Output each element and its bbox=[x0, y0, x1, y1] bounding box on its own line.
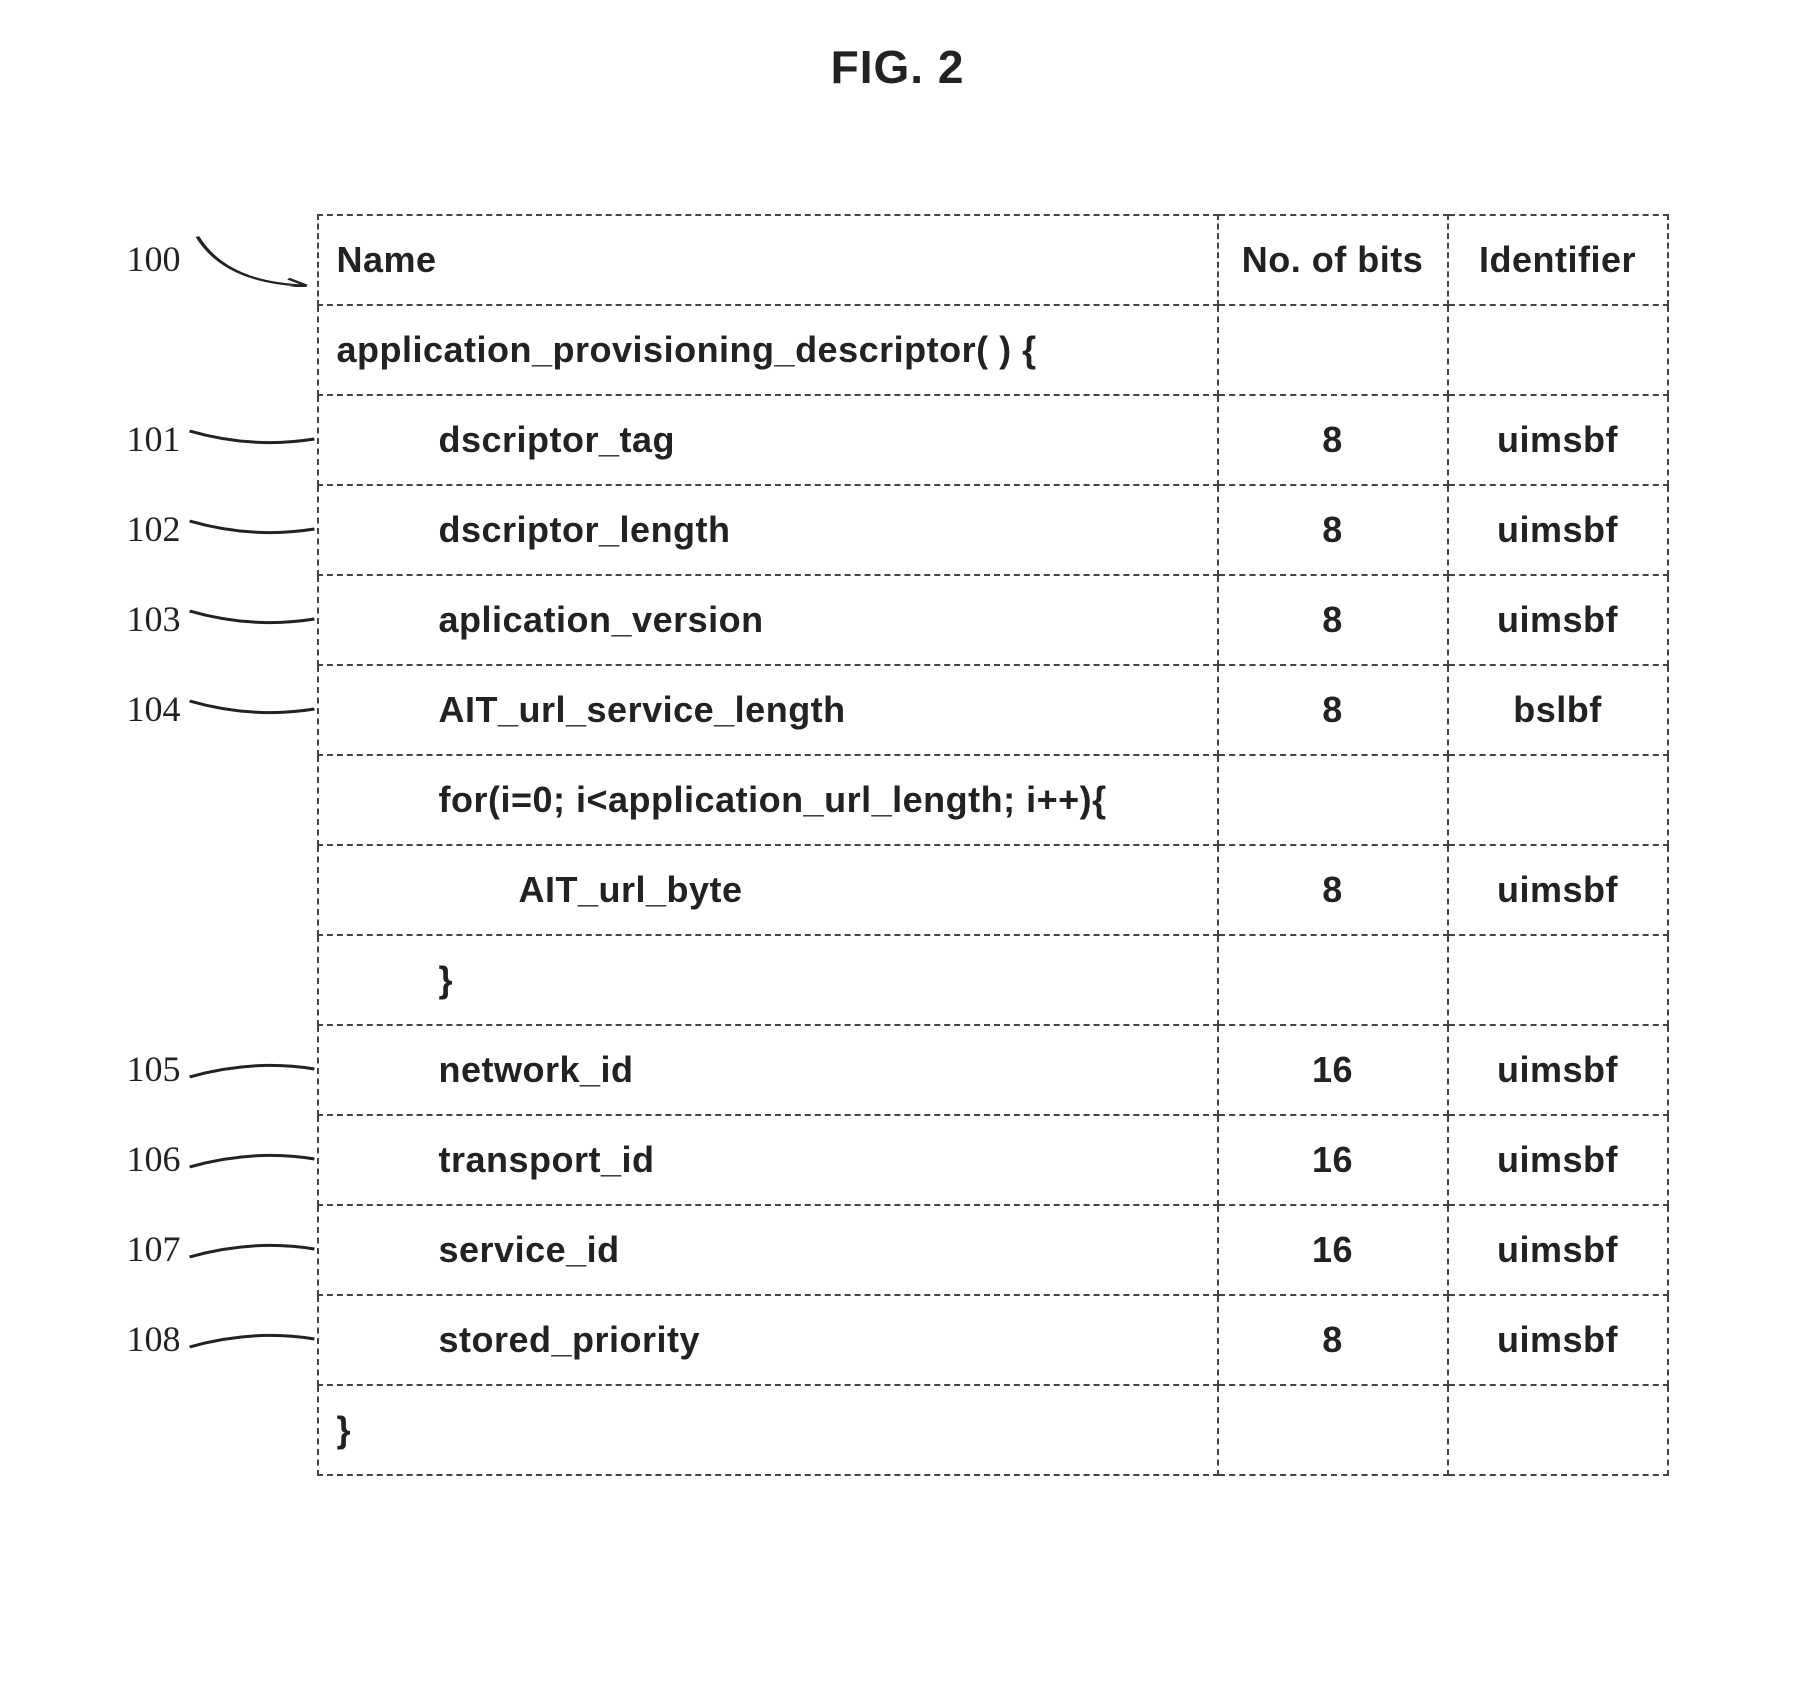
ref-104: 104 bbox=[127, 688, 187, 730]
cell-bits: 8 bbox=[1218, 575, 1448, 665]
cell-bits: 8 bbox=[1218, 1295, 1448, 1385]
cell-name: AIT_url_service_length bbox=[318, 665, 1218, 755]
cell-name: stored_priority bbox=[318, 1295, 1218, 1385]
diagram-wrapper: 100 101 102 103 bbox=[40, 214, 1755, 1476]
cell-bits: 16 bbox=[1218, 1115, 1448, 1205]
table-body: application_provisioning_descriptor( ) {… bbox=[318, 305, 1668, 1475]
cell-name: application_provisioning_descriptor( ) { bbox=[318, 305, 1218, 395]
cell-identifier bbox=[1448, 1385, 1668, 1475]
ref-106: 106 bbox=[127, 1138, 187, 1180]
ref-107: 107 bbox=[127, 1228, 187, 1270]
table-row: transport_id16uimsbf bbox=[318, 1115, 1668, 1205]
cell-bits: 16 bbox=[1218, 1025, 1448, 1115]
cell-name: } bbox=[318, 1385, 1218, 1475]
reference-labels-column: 100 101 102 103 bbox=[127, 214, 317, 1474]
cell-name: dscriptor_tag bbox=[318, 395, 1218, 485]
cell-name: transport_id bbox=[318, 1115, 1218, 1205]
cell-name: dscriptor_length bbox=[318, 485, 1218, 575]
table-row: } bbox=[318, 935, 1668, 1025]
header-bits: No. of bits bbox=[1218, 215, 1448, 305]
table-row: } bbox=[318, 1385, 1668, 1475]
label-row: 101 bbox=[127, 394, 317, 484]
cell-name: network_id bbox=[318, 1025, 1218, 1115]
table-row: stored_priority8uimsbf bbox=[318, 1295, 1668, 1385]
cell-name: for(i=0; i<application_url_length; i++){ bbox=[318, 755, 1218, 845]
cell-identifier: uimsbf bbox=[1448, 485, 1668, 575]
label-spacer bbox=[127, 1384, 317, 1474]
table-row: dscriptor_length8uimsbf bbox=[318, 485, 1668, 575]
cell-identifier bbox=[1448, 755, 1668, 845]
cell-bits bbox=[1218, 935, 1448, 1025]
cell-identifier bbox=[1448, 305, 1668, 395]
label-spacer: 100 bbox=[127, 214, 317, 304]
label-row: 103 bbox=[127, 574, 317, 664]
cell-bits: 8 bbox=[1218, 485, 1448, 575]
table-header-row: Name No. of bits Identifier bbox=[318, 215, 1668, 305]
table-row: AIT_url_byte8uimsbf bbox=[318, 845, 1668, 935]
label-spacer bbox=[127, 304, 317, 394]
descriptor-table: Name No. of bits Identifier application_… bbox=[317, 214, 1669, 1476]
cell-bits bbox=[1218, 305, 1448, 395]
cell-identifier bbox=[1448, 935, 1668, 1025]
table-row: network_id16uimsbf bbox=[318, 1025, 1668, 1115]
ref-103: 103 bbox=[127, 598, 187, 640]
ref-100: 100 bbox=[127, 238, 187, 280]
label-row: 105 bbox=[127, 1024, 317, 1114]
table-row: AIT_url_service_length8bslbf bbox=[318, 665, 1668, 755]
cell-bits: 16 bbox=[1218, 1205, 1448, 1295]
cell-identifier: uimsbf bbox=[1448, 1025, 1668, 1115]
ref-102: 102 bbox=[127, 508, 187, 550]
table-row: aplication_version8uimsbf bbox=[318, 575, 1668, 665]
ref-105: 105 bbox=[127, 1048, 187, 1090]
cell-identifier: uimsbf bbox=[1448, 1295, 1668, 1385]
ref-101: 101 bbox=[127, 418, 187, 460]
table-row: for(i=0; i<application_url_length; i++){ bbox=[318, 755, 1668, 845]
label-row: 108 bbox=[127, 1294, 317, 1384]
table-row: dscriptor_tag8uimsbf bbox=[318, 395, 1668, 485]
cell-name: } bbox=[318, 935, 1218, 1025]
label-spacer bbox=[127, 934, 317, 1024]
cell-identifier: uimsbf bbox=[1448, 845, 1668, 935]
label-row: 106 bbox=[127, 1114, 317, 1204]
header-name: Name bbox=[318, 215, 1218, 305]
label-row: 102 bbox=[127, 484, 317, 574]
ref-108: 108 bbox=[127, 1318, 187, 1360]
cell-bits bbox=[1218, 1385, 1448, 1475]
cell-identifier: uimsbf bbox=[1448, 395, 1668, 485]
cell-identifier: uimsbf bbox=[1448, 1115, 1668, 1205]
cell-identifier: uimsbf bbox=[1448, 1205, 1668, 1295]
cell-name: aplication_version bbox=[318, 575, 1218, 665]
label-spacer bbox=[127, 754, 317, 844]
cell-identifier: uimsbf bbox=[1448, 575, 1668, 665]
label-spacer bbox=[127, 844, 317, 934]
table-row: service_id16uimsbf bbox=[318, 1205, 1668, 1295]
label-row: 107 bbox=[127, 1204, 317, 1294]
cell-identifier: bslbf bbox=[1448, 665, 1668, 755]
cell-name: AIT_url_byte bbox=[318, 845, 1218, 935]
table-row: application_provisioning_descriptor( ) { bbox=[318, 305, 1668, 395]
cell-bits: 8 bbox=[1218, 395, 1448, 485]
label-row: 104 bbox=[127, 664, 317, 754]
cell-name: service_id bbox=[318, 1205, 1218, 1295]
cell-bits: 8 bbox=[1218, 845, 1448, 935]
header-ident: Identifier bbox=[1448, 215, 1668, 305]
cell-bits bbox=[1218, 755, 1448, 845]
figure-title: FIG. 2 bbox=[40, 40, 1755, 94]
cell-bits: 8 bbox=[1218, 665, 1448, 755]
